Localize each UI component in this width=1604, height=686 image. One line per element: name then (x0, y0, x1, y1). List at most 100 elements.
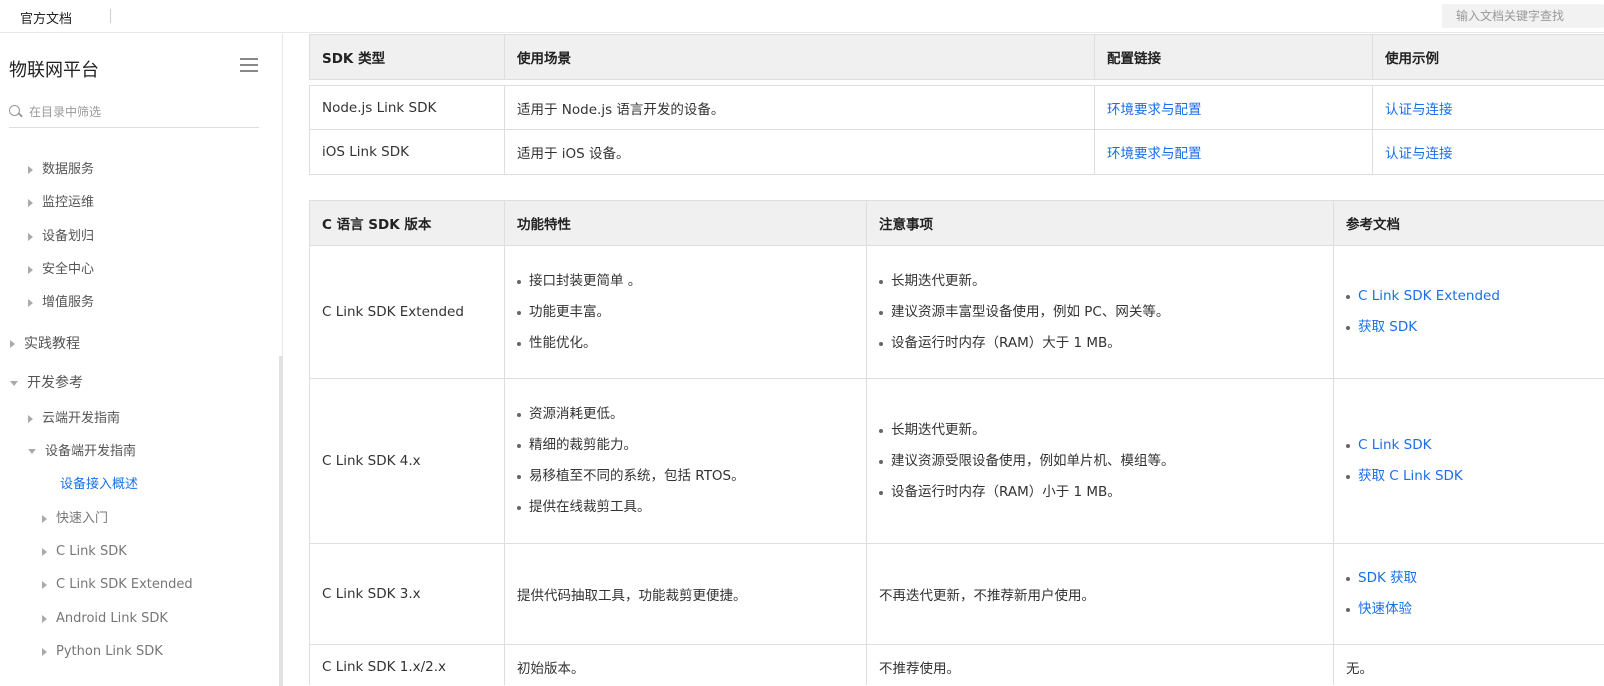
version-cell: C Link SDK Extended (310, 246, 505, 379)
table-row: iOS Link SDK 适用于 iOS 设备。 环境要求与配置 认证与连接 (310, 130, 1604, 175)
sidebar-filter (9, 100, 259, 128)
config-link[interactable]: 环境要求与配置 (1107, 102, 1202, 118)
features-cell: 资源消耗更低。 精细的裁剪能力。 易移植至不同的系统，包括 RTOS。 提供在线… (505, 379, 867, 544)
chevron-right-icon (42, 648, 47, 656)
official-docs-link[interactable]: 官方文档 (20, 8, 72, 27)
chevron-right-icon (42, 515, 47, 523)
docs-cell: SDK 获取 快速体验 (1334, 544, 1604, 645)
top-bar: 官方文档 (0, 0, 1604, 33)
notes-cell: 长期迭代更新。 建议资源受限设备使用，例如单片机、模组等。 设备运行时内存（RA… (867, 379, 1334, 544)
doc-search-box[interactable] (1442, 4, 1604, 28)
docs-cell: 无。 (1334, 645, 1604, 686)
version-cell: C Link SDK 3.x (310, 544, 505, 645)
chevron-right-icon (28, 299, 33, 307)
table-header-row: C 语言 SDK 版本 功能特性 注意事项 参考文档 (310, 201, 1604, 246)
scene-cell: 适用于 iOS 设备。 (505, 130, 1095, 175)
column-header: 注意事项 (867, 201, 1334, 246)
list-item: 功能更丰富。 (517, 297, 854, 328)
doc-link[interactable]: 获取 C Link SDK (1358, 468, 1463, 484)
features-cell: 初始版本。 (505, 645, 867, 686)
version-cell: C Link SDK 4.x (310, 379, 505, 544)
sidebar-item-quick-start[interactable]: 快速入门 (42, 508, 108, 530)
sidebar-filter-input[interactable] (29, 100, 249, 124)
sidebar-item-device-access-overview[interactable]: 设备接入概述 (60, 474, 138, 496)
sdk-type-cell: Node.js Link SDK (310, 86, 505, 130)
chevron-right-icon (28, 266, 33, 274)
list-item: 设备运行时内存（RAM）大于 1 MB。 (879, 328, 1321, 359)
sidebar-item-tutorials[interactable]: 实践教程 (10, 333, 80, 355)
config-link[interactable]: 环境要求与配置 (1107, 146, 1202, 162)
search-icon (9, 105, 20, 116)
table-header-row: SDK 类型 使用场景 配置链接 使用示例 (310, 35, 1604, 80)
main-content: SDK 类型 使用场景 配置链接 使用示例 Node.js Link SDK 适… (309, 34, 1604, 685)
list-item: 长期迭代更新。 (879, 266, 1321, 297)
menu-icon[interactable] (240, 58, 258, 74)
chevron-right-icon (28, 166, 33, 174)
sidebar-item-security-center[interactable]: 安全中心 (28, 259, 94, 281)
column-header: 使用示例 (1373, 35, 1604, 80)
column-header: 功能特性 (505, 201, 867, 246)
chevron-right-icon (10, 340, 15, 348)
sdk-type-table: SDK 类型 使用场景 配置链接 使用示例 Node.js Link SDK 适… (309, 34, 1604, 175)
column-header: C 语言 SDK 版本 (310, 201, 505, 246)
c-sdk-version-table: C 语言 SDK 版本 功能特性 注意事项 参考文档 C Link SDK Ex… (309, 200, 1604, 685)
doc-link[interactable]: 快速体验 (1358, 601, 1412, 617)
sidebar-item-monitoring[interactable]: 监控运维 (28, 192, 94, 214)
list-item: 易移植至不同的系统，包括 RTOS。 (517, 461, 854, 492)
table-row: Node.js Link SDK 适用于 Node.js 语言开发的设备。 环境… (310, 86, 1604, 130)
list-item: 建议资源受限设备使用，例如单片机、模组等。 (879, 446, 1321, 477)
list-item: 接口封装更简单 。 (517, 266, 854, 297)
chevron-down-icon (28, 449, 36, 454)
list-item: 设备运行时内存（RAM）小于 1 MB。 (879, 477, 1321, 508)
column-header: 参考文档 (1334, 201, 1604, 246)
sidebar-item-dev-reference[interactable]: 开发参考 (10, 372, 83, 394)
docs-cell: C Link SDK 获取 C Link SDK (1334, 379, 1604, 544)
list-item: 建议资源丰富型设备使用，例如 PC、网关等。 (879, 297, 1321, 328)
column-header: SDK 类型 (310, 35, 505, 80)
scene-cell: 适用于 Node.js 语言开发的设备。 (505, 86, 1095, 130)
doc-search-input[interactable] (1442, 4, 1604, 28)
features-cell: 提供代码抽取工具，功能裁剪更便捷。 (505, 544, 867, 645)
chevron-right-icon (28, 415, 33, 423)
features-cell: 接口封装更简单 。 功能更丰富。 性能优化。 (505, 246, 867, 379)
doc-link[interactable]: 获取 SDK (1358, 319, 1417, 335)
version-cell: C Link SDK 1.x/2.x (310, 645, 505, 686)
table-row: C Link SDK 1.x/2.x 初始版本。 不推荐使用。 无。 (310, 645, 1604, 686)
list-item: 精细的裁剪能力。 (517, 430, 854, 461)
doc-link[interactable]: C Link SDK (1358, 437, 1431, 453)
column-header: 配置链接 (1095, 35, 1373, 80)
example-link[interactable]: 认证与连接 (1385, 146, 1453, 162)
list-item: 长期迭代更新。 (879, 415, 1321, 446)
sidebar: 物联网平台 数据服务 监控运维 设备划归 安全中心 增值服务 实践教程 开发参考… (0, 34, 283, 685)
divider (110, 9, 111, 23)
sidebar-item-data-service[interactable]: 数据服务 (28, 159, 94, 181)
list-item: 资源消耗更低。 (517, 399, 854, 430)
sidebar-item-python-link-sdk[interactable]: Python Link SDK (42, 641, 163, 663)
sidebar-item-c-link-sdk-extended[interactable]: C Link SDK Extended (42, 574, 193, 596)
doc-link[interactable]: SDK 获取 (1358, 570, 1417, 586)
chevron-right-icon (42, 581, 47, 589)
chevron-right-icon (28, 233, 33, 241)
docs-cell: C Link SDK Extended 获取 SDK (1334, 246, 1604, 379)
table-row: C Link SDK Extended 接口封装更简单 。 功能更丰富。 性能优… (310, 246, 1604, 379)
sidebar-scrollbar[interactable] (279, 356, 283, 686)
notes-cell: 不再迭代更新，不推荐新用户使用。 (867, 544, 1334, 645)
sidebar-item-android-link-sdk[interactable]: Android Link SDK (42, 608, 168, 630)
list-item: 提供在线裁剪工具。 (517, 492, 854, 523)
chevron-right-icon (28, 199, 33, 207)
sidebar-item-device-dev-guide[interactable]: 设备端开发指南 (28, 441, 136, 463)
sidebar-item-cloud-dev-guide[interactable]: 云端开发指南 (28, 408, 120, 430)
table-row: C Link SDK 3.x 提供代码抽取工具，功能裁剪更便捷。 不再迭代更新，… (310, 544, 1604, 645)
list-item: 性能优化。 (517, 328, 854, 359)
sidebar-item-device-assign[interactable]: 设备划归 (28, 226, 94, 248)
sidebar-item-value-added[interactable]: 增值服务 (28, 292, 94, 314)
chevron-right-icon (42, 548, 47, 556)
chevron-right-icon (42, 615, 47, 623)
doc-link[interactable]: C Link SDK Extended (1358, 288, 1500, 304)
sidebar-item-c-link-sdk[interactable]: C Link SDK (42, 541, 127, 563)
example-link[interactable]: 认证与连接 (1385, 102, 1453, 118)
notes-cell: 长期迭代更新。 建议资源丰富型设备使用，例如 PC、网关等。 设备运行时内存（R… (867, 246, 1334, 379)
sdk-type-cell: iOS Link SDK (310, 130, 505, 175)
notes-cell: 不推荐使用。 (867, 645, 1334, 686)
column-header: 使用场景 (505, 35, 1095, 80)
